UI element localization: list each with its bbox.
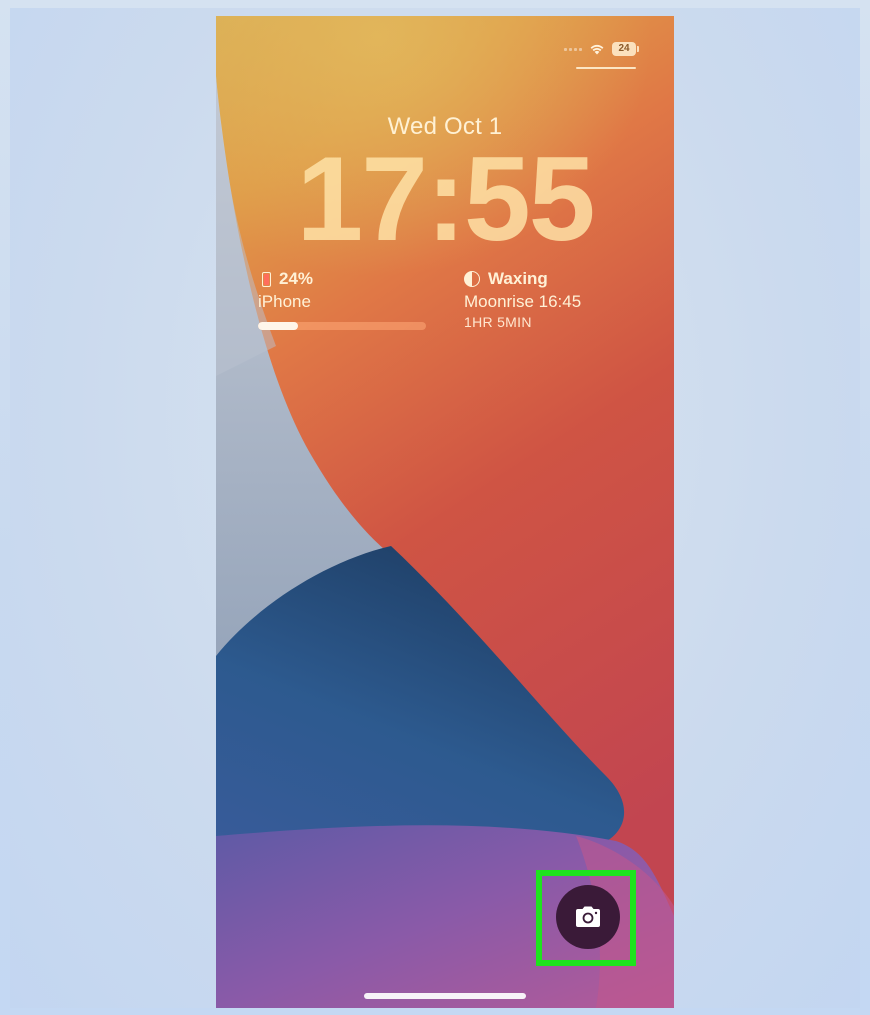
battery-level-fill [258,322,299,330]
lock-screen-time: 17:55 [296,132,596,266]
moon-phase-icon [464,271,480,287]
moonrise-countdown: 1HR 5MIN [464,314,532,330]
wifi-icon [590,44,604,54]
battery-level-bar [258,322,426,330]
battery-indicator: 24 [612,42,639,56]
status-underline [576,67,636,69]
moonrise-time: Moonrise 16:45 [464,292,582,311]
moon-phase: Waxing [488,269,548,288]
iphone-battery-icon [262,271,271,287]
battery-percent: 24% [279,269,314,288]
iphone-lock-screen: 24 Wed Oct 1 17:55 24% iPhone Waxing Moo… [216,16,674,1008]
cellular-signal-icon [564,47,582,51]
status-bar: 24 [564,42,639,56]
camera-shortcut-button[interactable] [556,885,620,949]
home-indicator[interactable] [364,993,526,999]
battery-device-name: iPhone [258,292,311,311]
camera-icon [576,906,600,927]
battery-widget[interactable]: 24% iPhone [258,268,428,330]
moon-widget[interactable]: Waxing Moonrise 16:45 1HR 5MIN [464,268,654,330]
